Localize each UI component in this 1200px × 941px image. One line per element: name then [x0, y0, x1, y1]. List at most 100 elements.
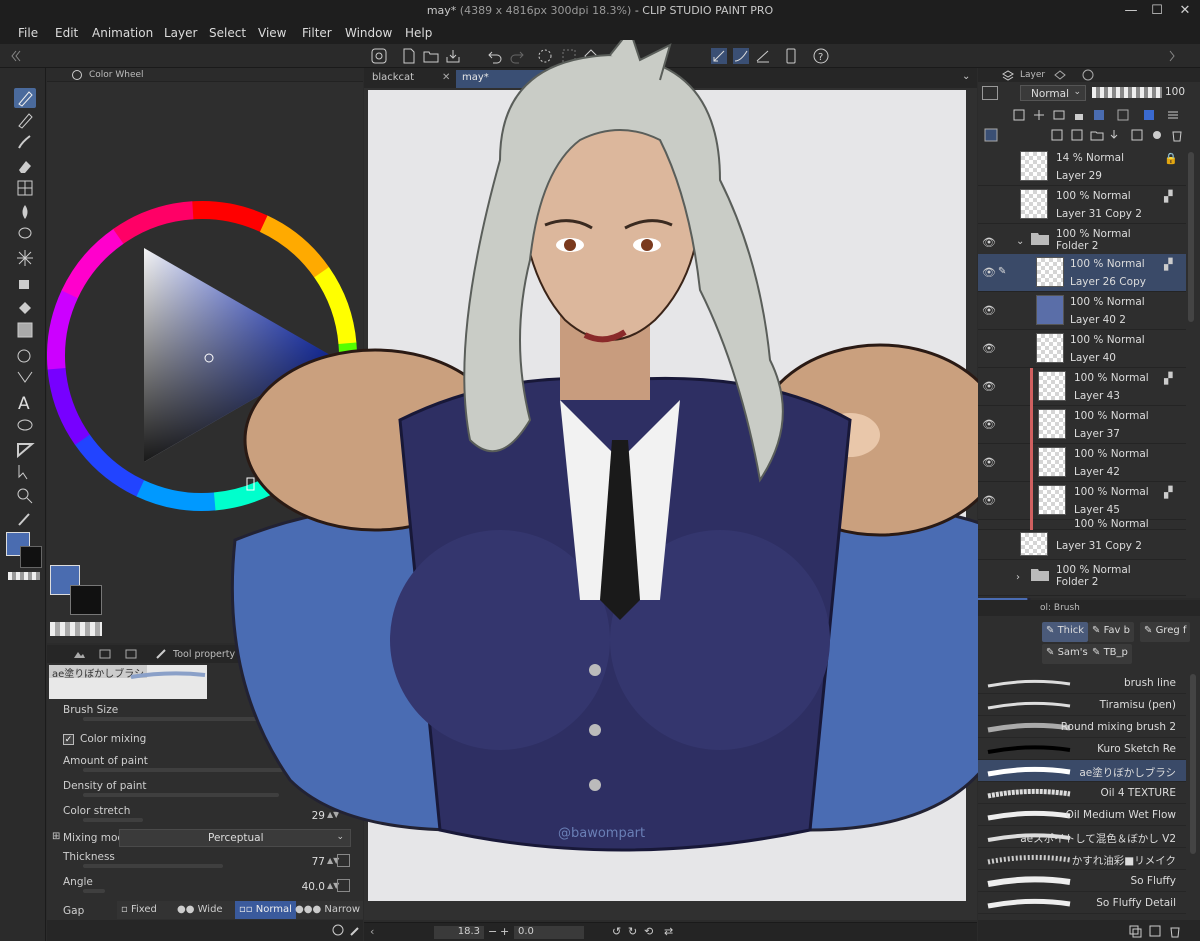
brush-item[interactable]: Kuro Sketch Re [978, 738, 1186, 760]
text-tool[interactable]: A [14, 392, 36, 414]
layer-row[interactable]: 👁 100 % Normal Layer 40 2 [978, 292, 1186, 330]
eyedropper-tool[interactable] [14, 508, 36, 528]
color-mixing-checkbox[interactable]: ✓ [63, 734, 74, 745]
eye-icon[interactable]: 👁 [982, 236, 996, 249]
new-subtool-icon[interactable] [1148, 924, 1162, 938]
blend-tool[interactable] [14, 202, 36, 222]
lock-layer-icon[interactable] [1072, 108, 1086, 122]
balloon-tool[interactable] [14, 416, 36, 436]
transfer-down-icon[interactable] [1110, 128, 1124, 142]
transparent-color-swatch[interactable] [8, 572, 40, 580]
brush-item-selected[interactable]: ae塗りぼかしブラシ [978, 760, 1186, 782]
flip-icon[interactable]: ⇄ [664, 925, 673, 938]
fill-tool[interactable] [14, 298, 36, 318]
merge-down-icon[interactable] [1130, 128, 1144, 142]
operation-tool[interactable] [14, 346, 36, 366]
gap-option-normal[interactable]: ▫▫ Normal [235, 901, 296, 919]
layer-panel-title[interactable]: Layer [1020, 70, 1045, 80]
mask-add-icon[interactable] [1150, 128, 1164, 142]
maximize-button[interactable]: ☐ [1144, 2, 1170, 20]
transparency-lock-icon[interactable] [1116, 108, 1130, 122]
color-panel-transparent-swatch[interactable] [50, 622, 102, 636]
grid-tool[interactable] [14, 178, 36, 198]
mixing-mode-expand-icon[interactable]: ⊞ [52, 831, 60, 842]
layer-property-icon[interactable] [1054, 69, 1066, 81]
brush-tab-greg[interactable]: ✎ Greg f [1140, 622, 1191, 642]
sub-color-swatch[interactable] [20, 546, 42, 568]
menu-file[interactable]: File [18, 26, 38, 40]
menu-help[interactable]: Help [405, 26, 432, 40]
brush-item[interactable]: Oil 4 TEXTURE [978, 782, 1186, 804]
eye-icon[interactable]: 👁 [982, 380, 996, 393]
folder-row[interactable]: › 100 % Normal Folder 2 [978, 560, 1186, 596]
scroll-left-icon[interactable]: ‹ [370, 925, 374, 938]
menu-select[interactable]: Select [209, 26, 246, 40]
reset-rotation-icon[interactable]: ⟲ [644, 925, 653, 938]
figure-tool[interactable] [14, 440, 36, 460]
new-raster-layer-icon[interactable] [1050, 128, 1064, 142]
gap-option-narrow[interactable]: ●●● Narrow [295, 904, 360, 915]
gradient-tool[interactable] [14, 320, 36, 340]
wrench-icon[interactable] [349, 923, 363, 937]
brush-tab-sams[interactable]: ✎ Sam's [1042, 644, 1092, 664]
clip-layer-icon[interactable] [1012, 108, 1026, 122]
layer-row[interactable]: 👁 100 % Normal Layer 45 ▞ [978, 482, 1186, 520]
menu-edit[interactable]: Edit [55, 26, 78, 40]
brush-item[interactable]: Oil Medium Wet Flow [978, 804, 1186, 826]
angle-spinner[interactable]: ▲▼ [327, 882, 339, 896]
minimize-button[interactable]: — [1118, 2, 1144, 20]
brush-scrollbar[interactable] [1190, 674, 1196, 854]
brush-item[interactable]: Round mixing brush 2 [978, 716, 1186, 738]
new-vector-layer-icon[interactable] [1070, 128, 1084, 142]
mask-icon[interactable] [1092, 108, 1106, 122]
brush-item[interactable]: aeスポイトして混色＆ぼかし V2 [978, 826, 1186, 848]
pen-tool[interactable] [14, 88, 36, 108]
angle-value[interactable]: 40.0 [291, 881, 325, 893]
collapse-left-icon[interactable] [6, 47, 24, 65]
delete-layer-icon[interactable] [1170, 128, 1184, 142]
brush-item[interactable]: So Fluffy Detail [978, 892, 1186, 914]
zoom-tool[interactable] [14, 486, 36, 506]
reference-layer-icon[interactable] [1032, 108, 1046, 122]
eye-icon[interactable]: 👁 [982, 304, 996, 317]
brush-tab-tb[interactable]: ✎ TB_p [1088, 644, 1132, 664]
layer-row[interactable]: 14 % Normal Layer 29 🔒 [978, 148, 1186, 186]
color-stretch-slider[interactable] [83, 818, 143, 822]
copy-subtool-icon[interactable] [1128, 924, 1142, 938]
menu-animation[interactable]: Animation [92, 26, 153, 40]
correct-line-tool[interactable] [14, 462, 36, 482]
list-icon[interactable] [1166, 108, 1180, 122]
layer-row[interactable]: 👁 100 % Normal Layer 37 [978, 406, 1186, 444]
artwork-illustration[interactable]: @bawompart [200, 40, 1060, 870]
blend-mode-select[interactable]: Normal ⌄ [1020, 85, 1086, 101]
pencil-tool[interactable] [14, 110, 36, 130]
rotate-left-icon[interactable]: ↺ [612, 925, 621, 938]
eye-icon[interactable]: 👁 [982, 342, 996, 355]
layer-view-icon[interactable] [984, 128, 998, 142]
menu-layer[interactable]: Layer [164, 26, 197, 40]
tool-settings-icon[interactable] [331, 923, 345, 937]
layer-scrollbar[interactable] [1188, 152, 1194, 322]
eyedropper-bucket-tool[interactable] [14, 272, 36, 292]
new-folder-icon[interactable] [1090, 128, 1104, 142]
zoom-out-icon[interactable]: − [488, 925, 497, 938]
layer-row[interactable]: 👁 100 % Normal Layer 42 [978, 444, 1186, 482]
move-tool[interactable] [14, 368, 36, 388]
eye-icon[interactable]: 👁 [982, 456, 996, 469]
brush-item[interactable]: brush line [978, 672, 1186, 694]
color-panel-sub-swatch[interactable] [70, 585, 102, 615]
layer-color-toggle[interactable] [982, 86, 998, 100]
layer-row-selected[interactable]: 👁 ✎ 100 % Normal Layer 26 Copy ▞ [978, 254, 1186, 292]
info-icon[interactable] [1082, 69, 1094, 81]
zoom-field[interactable]: 18.3 [434, 926, 484, 939]
layer-row-partial[interactable]: 100 % Normal [978, 518, 1186, 530]
layer-row[interactable]: 100 % Normal Layer 31 Copy 2 ▞ [978, 186, 1186, 224]
eye-icon[interactable]: 👁 [982, 494, 996, 507]
collapse-right-icon[interactable] [1162, 47, 1180, 65]
eraser-tool[interactable] [14, 156, 36, 176]
folder-expand-icon[interactable]: ⌄ [1016, 236, 1024, 247]
angle-pressure-icon[interactable] [337, 879, 350, 892]
gap-option-fixed[interactable]: ▫ Fixed [121, 904, 157, 915]
close-button[interactable]: ✕ [1172, 2, 1198, 20]
menu-filter[interactable]: Filter [302, 26, 332, 40]
